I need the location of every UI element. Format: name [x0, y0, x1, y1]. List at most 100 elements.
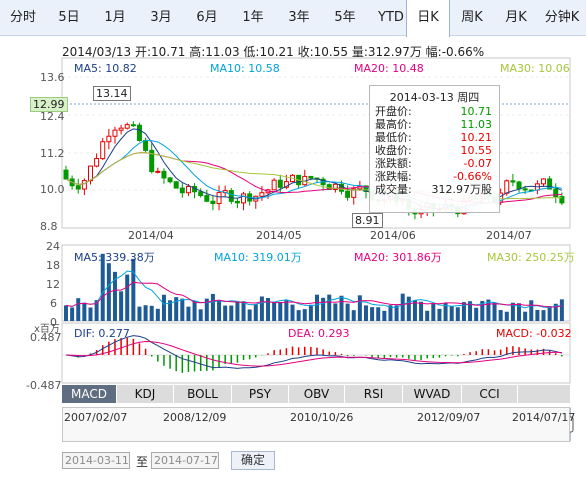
volume-bar — [180, 298, 185, 321]
volume-bar — [492, 302, 497, 321]
candle-body — [198, 191, 204, 197]
macd-axis-tick: -0.487 — [26, 379, 62, 392]
volume-bar — [333, 303, 338, 321]
tab-cci[interactable]: CCI — [462, 385, 518, 403]
volume-bar — [357, 295, 362, 321]
macd-axis-tick: 0.487 — [30, 331, 62, 344]
volume-bar — [259, 296, 264, 321]
tooltip-row-high: 最高价: 11.03 — [370, 118, 499, 131]
volume-bar — [363, 305, 368, 321]
candle-body — [118, 127, 124, 131]
volume-bar — [198, 309, 203, 321]
volume-bar — [345, 303, 350, 321]
candle-body — [541, 178, 547, 185]
tooltip-row-low: 最低价: 10.21 — [370, 131, 499, 144]
candle-body — [259, 192, 265, 197]
tooltip-value: 10.71 — [460, 105, 493, 118]
volume-bar — [155, 308, 160, 321]
candle-body — [522, 188, 528, 191]
volume-bar — [327, 294, 332, 321]
candle-body — [124, 124, 130, 129]
tooltip-value: 10.55 — [460, 144, 493, 157]
end-date-input[interactable] — [151, 452, 219, 469]
volume-bar — [210, 293, 215, 321]
tooltip-label: 开盘价: — [375, 105, 412, 118]
date-axis-tick: 2014/04 — [128, 229, 174, 242]
candle-body — [504, 180, 510, 194]
volume-bar — [376, 307, 381, 321]
volume-bar — [406, 296, 411, 321]
to-label: 至 — [136, 455, 149, 469]
tooltip-row-volume: 成交量: 312.97万股 — [370, 183, 499, 196]
tooltip-row-change: 涨跌额: -0.07 — [370, 157, 499, 170]
volume-bar — [529, 300, 534, 321]
volume-bar — [64, 305, 68, 321]
price-ma30-label: MA30: 10.06 — [500, 62, 570, 75]
macd-dif-label: DIF: 0.277 — [74, 327, 130, 340]
tab-wvad[interactable]: WVAD — [403, 385, 462, 403]
tooltip-value: -0.66% — [453, 170, 492, 183]
volume-bar — [559, 299, 564, 321]
candle-body — [161, 170, 167, 179]
volume-bar — [431, 303, 436, 321]
candle-body — [241, 193, 247, 204]
volume-bar — [437, 308, 442, 321]
candle-body — [155, 170, 161, 173]
tab-kdj[interactable]: KDJ — [117, 385, 174, 403]
navigator-date-label: 2014/07/17 — [512, 411, 576, 424]
price-ma10-label: MA10: 10.58 — [210, 62, 280, 75]
candle-body — [228, 190, 234, 202]
price-axis-tick: 10.0 — [40, 183, 65, 196]
volume-axis-tick: 6 — [50, 297, 57, 310]
candle-body — [179, 187, 185, 194]
start-date-input[interactable] — [62, 452, 130, 469]
candle-body — [204, 195, 210, 202]
price-axis-tick: 13.6 — [40, 71, 65, 84]
tab-boll[interactable]: BOLL — [174, 385, 232, 403]
volume-axis-tick: 24 — [46, 240, 60, 253]
candle-body — [94, 158, 100, 167]
volume-bar — [272, 301, 277, 321]
candle-body — [185, 185, 191, 194]
volume-bar — [400, 293, 405, 321]
tooltip-label: 成交量: — [375, 183, 412, 196]
volume-bar — [229, 305, 234, 321]
tab-obv[interactable]: OBV — [289, 385, 345, 403]
tab-macd[interactable]: MACD — [62, 385, 117, 403]
macd-dea-label: DEA: 0.293 — [288, 327, 350, 340]
volume-bar — [223, 305, 228, 321]
candle-body — [345, 190, 351, 198]
dea-line — [65, 340, 562, 367]
price-ma5-label: MA5: 10.82 — [74, 62, 137, 75]
candle-body — [271, 179, 277, 191]
navigator-date-label: 2008/12/09 — [163, 411, 227, 424]
volume-bar — [278, 301, 283, 321]
volume-bar — [131, 258, 136, 321]
candle-body — [81, 180, 87, 190]
candle-body — [308, 175, 314, 179]
volume-bar — [412, 300, 417, 321]
price-axis-tick: 8.8 — [40, 220, 58, 233]
candle-body — [106, 135, 112, 143]
tab-rsi[interactable]: RSI — [345, 385, 403, 403]
tooltip-value: -0.07 — [463, 157, 492, 170]
candle-body — [87, 165, 93, 182]
candle-body — [210, 200, 216, 205]
candle-body — [234, 200, 240, 204]
candle-body — [216, 192, 222, 205]
price-ma20-label: MA20: 10.48 — [354, 62, 424, 75]
volume-bar — [308, 304, 313, 321]
candle-body — [143, 139, 149, 151]
confirm-button[interactable]: 确定 — [231, 451, 275, 470]
volume-bar — [247, 309, 252, 321]
high-price-marker: 13.14 — [93, 86, 131, 101]
volume-axis-tick: 12 — [46, 278, 60, 291]
candle-body — [75, 185, 81, 190]
volume-axis-tick: 18 — [46, 259, 60, 272]
volume-bar — [302, 309, 307, 321]
volume-bar — [284, 300, 289, 321]
date-axis-tick: 2014/07 — [486, 229, 532, 242]
tooltip-label: 最高价: — [375, 118, 412, 131]
tab-psy[interactable]: PSY — [232, 385, 289, 403]
volume-bar — [88, 307, 93, 321]
